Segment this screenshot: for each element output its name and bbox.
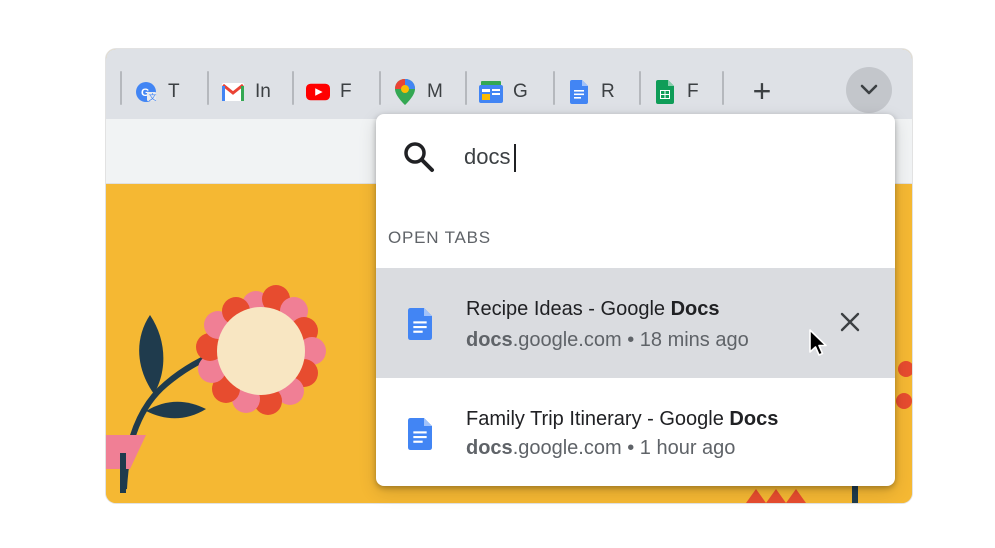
tab-separator (639, 71, 641, 105)
tab-google-maps[interactable]: M (379, 71, 443, 107)
tab-separator (553, 71, 555, 105)
tab-google-news[interactable]: G (465, 71, 528, 107)
tab-search-row (376, 114, 895, 200)
tab-search-dropdown: OPEN TABS Recipe Ideas - Google Docs doc… (376, 114, 895, 486)
chevron-down-icon (860, 84, 878, 95)
tab-search-input[interactable] (464, 140, 844, 174)
result-subtitle: docs.google.com • 1 hour ago (466, 437, 735, 460)
section-label-open-tabs: OPEN TABS (388, 228, 491, 247)
result-item[interactable]: Recipe Ideas - Google Docs docs.google.c… (376, 268, 895, 378)
tab-gmail[interactable]: In (207, 71, 271, 107)
close-icon[interactable] (838, 310, 862, 334)
tab-title: In (255, 81, 271, 102)
mouse-pointer-icon (809, 329, 827, 356)
tab-title: G (513, 81, 528, 102)
result-domain-match: docs (466, 329, 513, 351)
result-item[interactable]: Family Trip Itinerary - Google Docs docs… (376, 378, 895, 486)
tab-google-docs[interactable]: R (553, 71, 615, 107)
google-docs-icon (567, 80, 591, 104)
result-title: Recipe Ideas - Google Docs (466, 298, 719, 321)
google-news-icon (479, 80, 503, 104)
tab-google-sheets[interactable]: F (639, 71, 699, 107)
result-time: • 1 hour ago (621, 437, 736, 459)
google-docs-icon (408, 308, 432, 340)
tab-google-translate[interactable]: G文 T (120, 71, 180, 107)
tab-strip: G文 T In F M G R F + (106, 49, 912, 119)
svg-text:文: 文 (149, 92, 157, 102)
result-domain: .google.com (512, 329, 622, 351)
google-docs-icon (408, 418, 432, 450)
tab-search-button[interactable] (846, 67, 892, 113)
tab-title: T (168, 81, 180, 102)
gmail-icon (221, 80, 245, 104)
tab-separator (207, 71, 209, 105)
search-icon (404, 142, 434, 172)
tab-title: F (340, 81, 352, 102)
result-domain: .google.com (512, 437, 622, 459)
result-time: • 18 mins ago (621, 329, 749, 351)
result-title-text: Family Trip Itinerary - Google (466, 408, 730, 430)
result-title-match: Docs (729, 408, 779, 430)
youtube-icon (306, 80, 330, 104)
tab-title: F (687, 81, 699, 102)
tab-separator (722, 71, 724, 105)
google-sheets-icon (653, 80, 677, 104)
tab-title: R (601, 81, 615, 102)
tab-title: M (427, 81, 443, 102)
result-title-match: Docs (670, 298, 720, 320)
tab-separator (292, 71, 294, 105)
result-title: Family Trip Itinerary - Google Docs (466, 408, 778, 431)
google-maps-icon (393, 79, 417, 105)
result-title-text: Recipe Ideas - Google (466, 298, 671, 320)
text-cursor (514, 144, 516, 172)
tab-youtube[interactable]: F (292, 71, 352, 107)
new-tab-button[interactable]: + (747, 75, 777, 107)
result-subtitle: docs.google.com • 18 mins ago (466, 329, 749, 352)
tab-separator (379, 71, 381, 105)
tab-separator (120, 71, 122, 105)
tab-separator (465, 71, 467, 105)
result-domain-match: docs (466, 437, 513, 459)
google-translate-icon: G文 (134, 80, 158, 104)
